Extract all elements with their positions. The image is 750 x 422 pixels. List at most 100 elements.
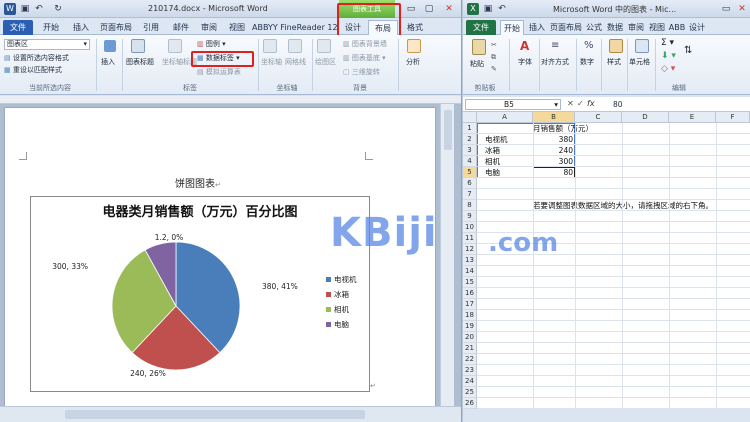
font-button[interactable]: 字体 [518,57,532,67]
row-header-13[interactable]: 13 [463,255,477,266]
styles-button[interactable]: 样式 [607,57,621,67]
close-icon[interactable]: ✕ [442,3,456,15]
row-header-1[interactable]: 1 [463,123,477,134]
row-header-11[interactable]: 11 [463,233,477,244]
tab-file[interactable]: 文件 [466,20,496,35]
tab-insert[interactable]: 插入 [68,20,94,35]
restore-icon[interactable]: ▢ [422,3,436,15]
column-header-c[interactable]: C [575,112,622,123]
undo-icon[interactable]: ↶ [496,3,508,15]
formula-enter-icon[interactable]: ✓ [577,99,584,108]
horizontal-scrollbar[interactable] [0,406,461,422]
word-app-icon[interactable]: W [4,3,16,15]
tab-view[interactable]: 视图 [224,20,250,35]
formula-cancel-icon[interactable]: ✕ [567,99,574,108]
cut-icon[interactable]: ✂ [491,41,497,49]
sort-filter-icon[interactable]: ⇅ [684,45,692,56]
fill-icon[interactable]: ⬇ ▾ [661,51,676,61]
row-header-26[interactable]: 26 [463,398,477,409]
clear-icon[interactable]: ◇ ▾ [661,64,675,74]
scroll-thumb[interactable] [444,110,452,150]
tab-abbyy[interactable]: ABBYY FineReader 12 [252,20,338,35]
chart-wall-button[interactable]: ▥ 图表背景墙 [343,39,387,49]
cells-button[interactable]: 单元格 [629,57,650,67]
row-header-14[interactable]: 14 [463,266,477,277]
minimize-icon[interactable]: ▭ [404,3,418,15]
row-header-17[interactable]: 17 [463,299,477,310]
data-table-button[interactable]: ▤ 模拟运算表 [197,67,241,77]
row-header-8[interactable]: 8 [463,200,477,211]
tab-formulas[interactable]: 公式 [584,20,604,35]
column-header-d[interactable]: D [622,112,669,123]
tab-home[interactable]: 开始 [38,20,64,35]
column-header-f[interactable]: F [716,112,750,123]
excel-app-icon[interactable]: X [467,3,479,15]
row-header-22[interactable]: 22 [463,354,477,365]
chart-floor-button[interactable]: ▥ 图表基底 ▾ [343,53,386,63]
row-header-15[interactable]: 15 [463,277,477,288]
tab-references[interactable]: 引用 [138,20,164,35]
tab-design[interactable]: 设计 [687,20,707,35]
row-header-2[interactable]: 2 [463,134,477,145]
row-header-6[interactable]: 6 [463,178,477,189]
row-header-16[interactable]: 16 [463,288,477,299]
row-header-20[interactable]: 20 [463,332,477,343]
insert-button[interactable]: 插入 [101,57,115,67]
formula-input[interactable]: 80 [613,100,623,109]
paste-button[interactable]: 粘贴 [470,59,484,69]
row-header-5[interactable]: 5 [463,167,477,178]
column-header-a[interactable]: A [477,112,533,123]
tab-review[interactable]: 审阅 [626,20,646,35]
vertical-scrollbar[interactable] [440,104,454,406]
document-page[interactable]: 饼图图表↵ 电器类月销售额（万元）百分比图 380, 41% 240, 26% 300… [4,107,436,407]
name-box[interactable]: B5 ▾ [465,99,561,110]
axes-button[interactable]: 坐标轴 [261,57,282,67]
tab-insert[interactable]: 插入 [526,20,548,35]
format-selection-button[interactable]: ▤ 设置所选内容格式 [4,53,69,63]
row-header-9[interactable]: 9 [463,211,477,222]
autosum-icon[interactable]: Σ ▾ [661,38,674,48]
chart-title-button[interactable]: 图表标题 [126,57,154,67]
analysis-button[interactable]: 分析 [406,57,420,67]
pie-chart[interactable]: 电器类月销售额（万元）百分比图 380, 41% 240, 26% 300, 33% 1… [30,196,370,392]
reset-style-button[interactable]: ▦ 重设以匹配样式 [4,65,62,75]
row-header-4[interactable]: 4 [463,156,477,167]
alignment-button[interactable]: 对齐方式 [541,57,569,67]
copy-icon[interactable]: ⧉ [491,53,496,62]
format-painter-icon[interactable]: ✎ [491,65,497,73]
gridlines-button[interactable]: 网格线 [285,57,306,67]
tab-page-layout[interactable]: 页面布局 [549,20,583,35]
plot-area-button[interactable]: 绘图区 [315,57,336,67]
column-header-b[interactable]: B [533,112,575,123]
row-header-24[interactable]: 24 [463,376,477,387]
spreadsheet-grid[interactable]: A B C D E F 1 2 3 4 5 6 7 8 9 10 11 12 13 14 15 16 17 18 1… [463,112,750,409]
row-header-10[interactable]: 10 [463,222,477,233]
row-header-23[interactable]: 23 [463,365,477,376]
undo-icon[interactable]: ↶ [33,3,45,15]
redo-icon[interactable]: ↻ [52,3,64,15]
save-icon[interactable]: ▣ [19,3,31,15]
tab-format[interactable]: 格式 [402,20,428,35]
number-button[interactable]: 数字 [580,57,594,67]
save-icon[interactable]: ▣ [482,3,494,15]
select-all-corner[interactable] [463,112,477,123]
close-icon[interactable]: ✕ [735,3,749,15]
tab-view[interactable]: 视图 [647,20,667,35]
row-header-21[interactable]: 21 [463,343,477,354]
chart-element-selector[interactable]: 图表区 ▾ [4,39,90,50]
legend-button[interactable]: ▥ 图例 ▾ [197,39,226,49]
minimize-icon[interactable]: ▭ [719,3,733,15]
tab-data[interactable]: 数据 [605,20,625,35]
insert-function-icon[interactable]: fx [587,99,595,108]
row-header-18[interactable]: 18 [463,310,477,321]
row-header-12[interactable]: 12 [463,244,477,255]
tab-review[interactable]: 审阅 [196,20,222,35]
rotation-button[interactable]: ▢ 三维旋转 [343,67,380,77]
tab-abbyy[interactable]: ABB [668,20,686,35]
tab-home[interactable]: 开始 [500,20,524,35]
row-header-3[interactable]: 3 [463,145,477,156]
row-header-7[interactable]: 7 [463,189,477,200]
tab-page-layout[interactable]: 页面布局 [98,20,134,35]
row-header-25[interactable]: 25 [463,387,477,398]
tab-mailings[interactable]: 邮件 [168,20,194,35]
